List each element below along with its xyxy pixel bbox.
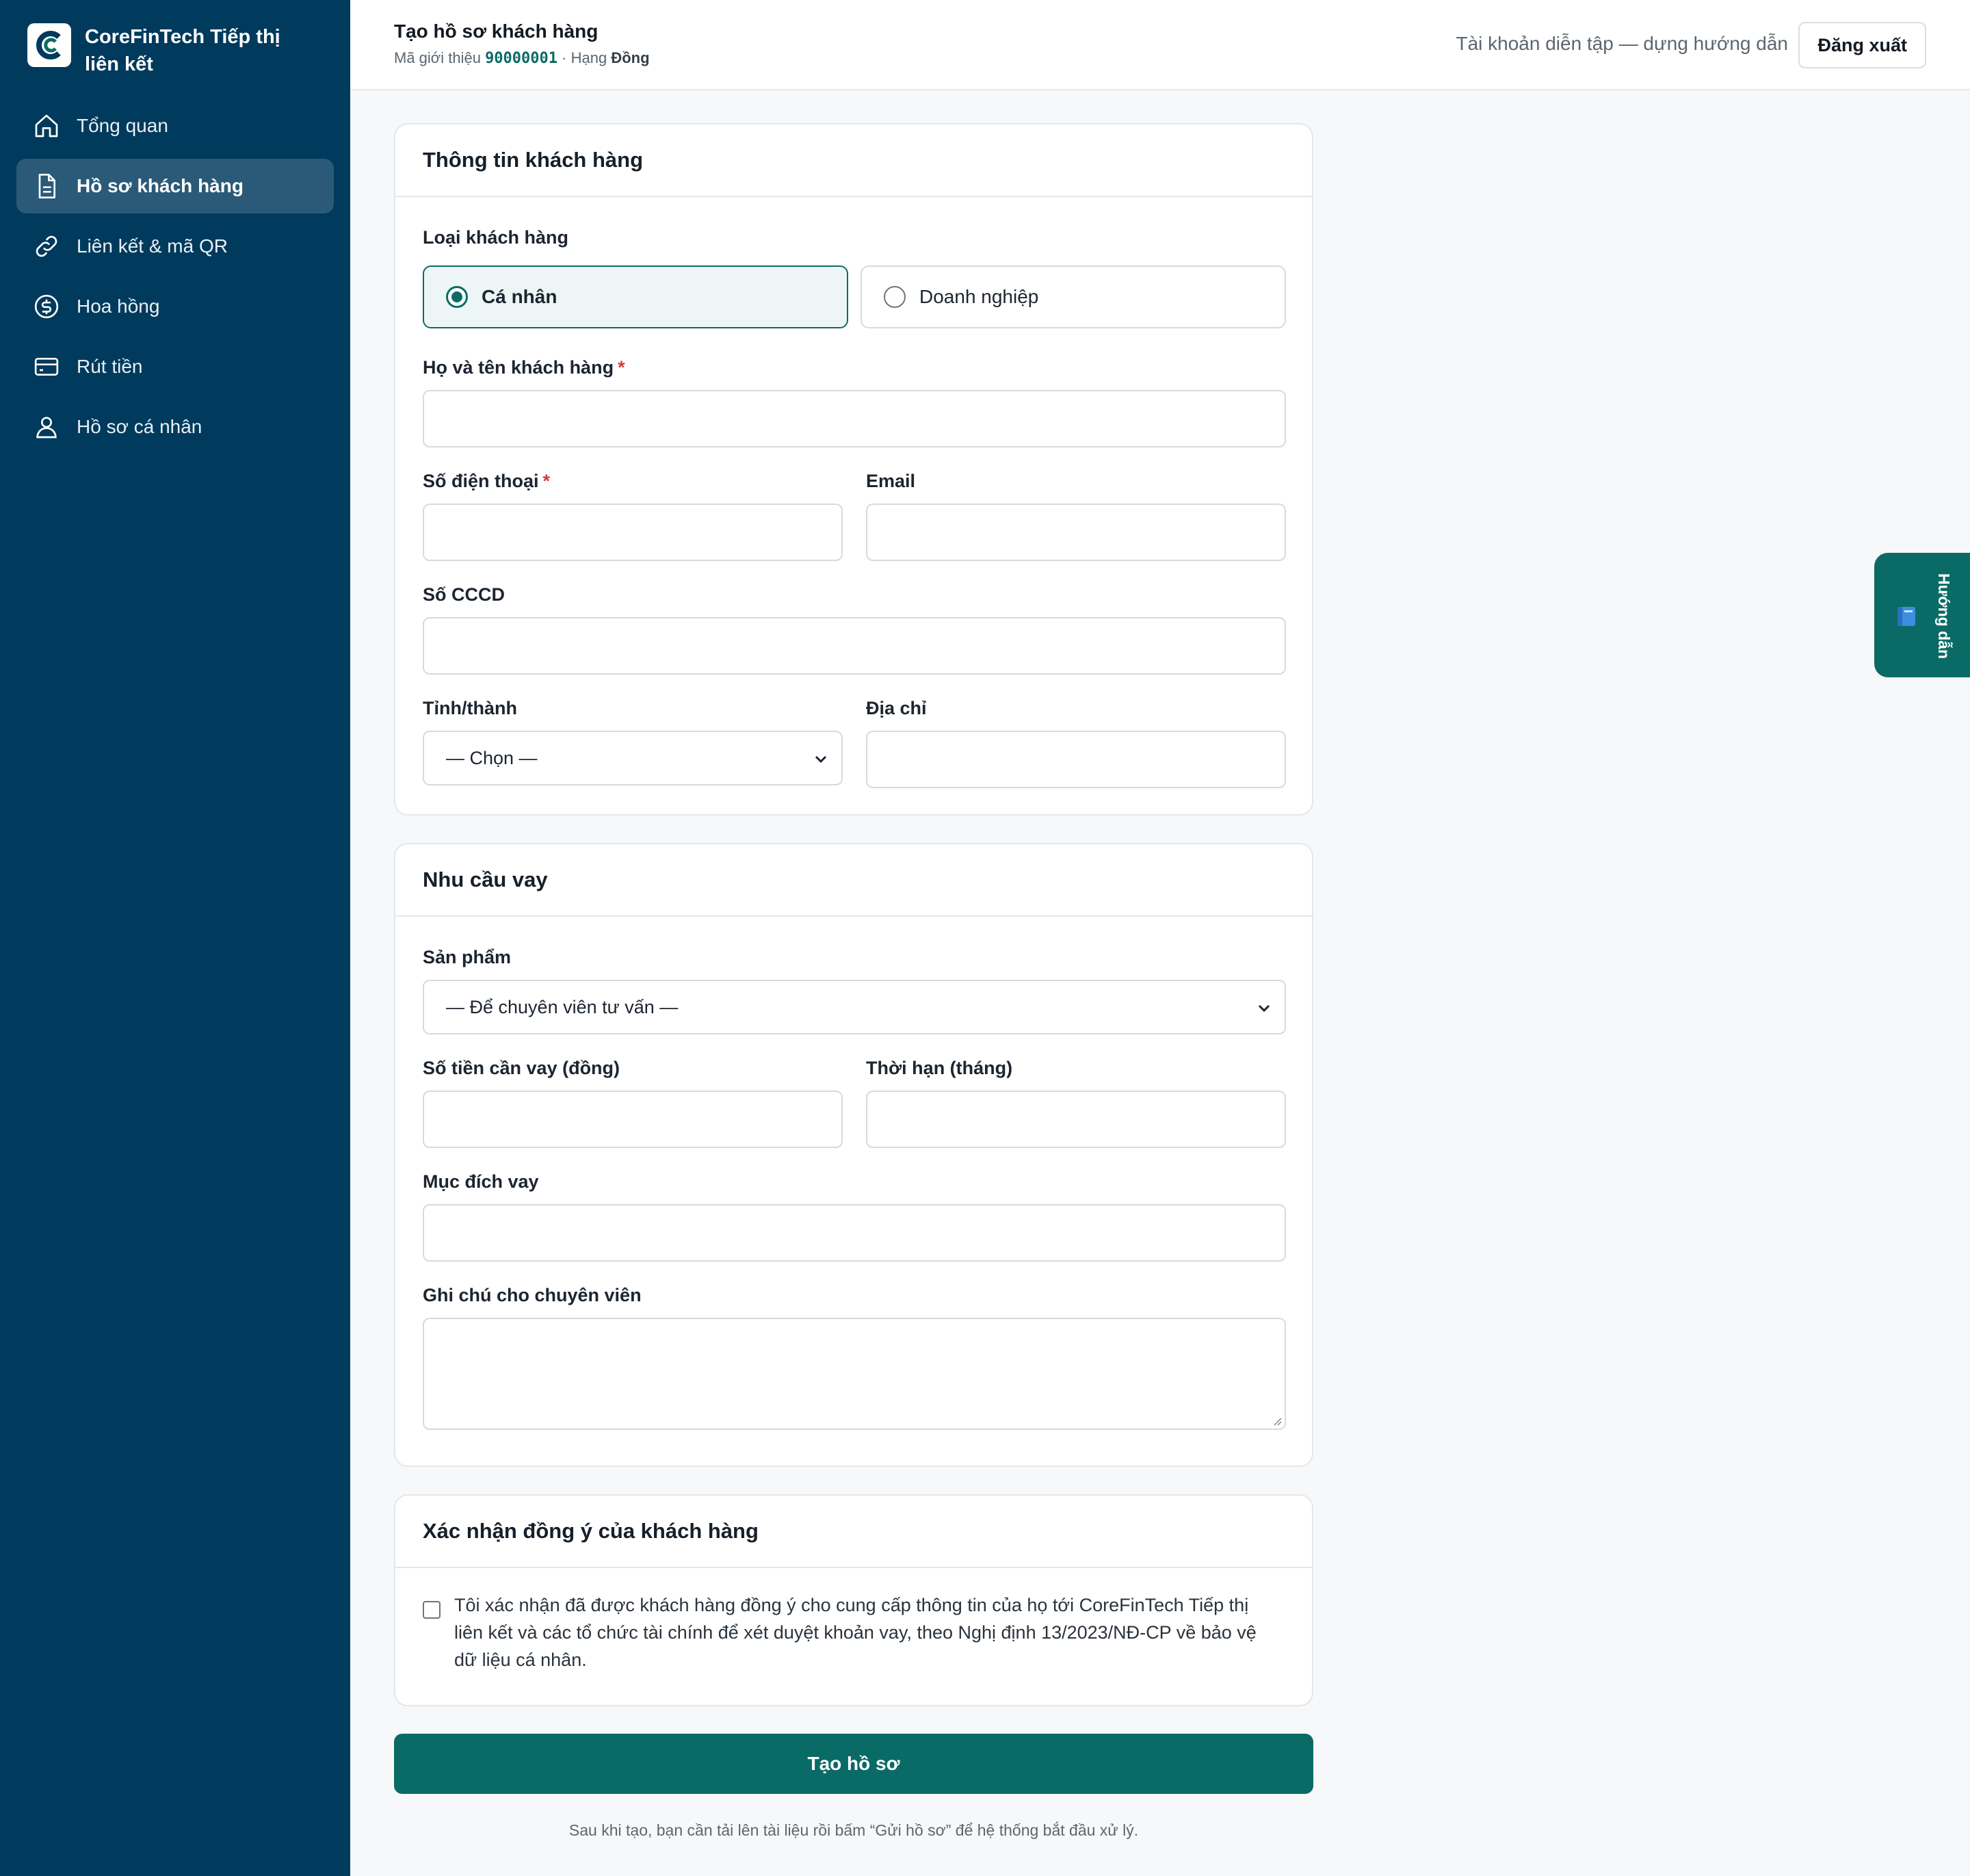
rank-value: Đồng (611, 49, 650, 66)
fullname-label: Họ và tên khách hàng * (423, 357, 625, 378)
resize-handle-icon[interactable] (1271, 1415, 1282, 1426)
sidebar-item-overview[interactable]: Tổng quan (16, 99, 334, 153)
purpose-input[interactable] (423, 1204, 1286, 1262)
link-icon (36, 235, 57, 257)
select-value: — Để chuyên viên tư vấn — (446, 996, 679, 1017)
chevron-down-icon (815, 755, 827, 764)
book-icon (1897, 607, 1915, 626)
card-title: Xác nhận đồng ý của khách hàng (395, 1496, 1312, 1568)
required-mark: * (618, 357, 625, 378)
phone-input[interactable] (423, 504, 843, 561)
card-icon (34, 358, 59, 376)
cccd-input[interactable] (423, 617, 1286, 675)
customer-info-card: Thông tin khách hàng Loại khách hàng Cá … (394, 123, 1313, 816)
radio-individual[interactable]: Cá nhân (423, 265, 848, 328)
amount-input[interactable] (423, 1091, 843, 1148)
sidebar: CoreFinTech Tiếp thị liên kết Tổng quan … (0, 0, 350, 1876)
radio-selected-icon (446, 286, 468, 308)
dollar-icon (34, 294, 59, 319)
document-icon (38, 174, 55, 198)
create-profile-button[interactable]: Tạo hồ sơ (394, 1734, 1313, 1794)
purpose-label: Mục đích vay (423, 1171, 539, 1192)
sidebar-item-links-qr[interactable]: Liên kết & mã QR (16, 219, 334, 274)
sidebar-item-customer-profiles[interactable]: Hồ sơ khách hàng (16, 159, 334, 213)
email-label: Email (866, 471, 916, 491)
address-input[interactable] (866, 731, 1286, 788)
radio-business[interactable]: Doanh nghiệp (861, 265, 1286, 328)
sidebar-item-withdraw[interactable]: Rút tiền (16, 339, 334, 394)
term-input[interactable] (866, 1091, 1286, 1148)
loan-needs-card: Nhu cầu vay Sản phẩm — Để chuyên viên tư… (394, 843, 1313, 1467)
card-title: Nhu cầu vay (395, 844, 1312, 917)
email-input[interactable] (866, 504, 1286, 561)
sidebar-item-label: Tổng quan (77, 115, 168, 136)
footnote: Sau khi tạo, bạn cần tải lên tài liệu rồ… (568, 1821, 1139, 1839)
ref-code: 90000001 (485, 50, 558, 67)
guide-label: Hướng dẫn (1935, 573, 1953, 659)
term-label: Thời hạn (tháng) (866, 1058, 1013, 1078)
sidebar-item-label: Liên kết & mã QR (77, 235, 228, 257)
province-select[interactable]: — Chọn — (423, 731, 843, 785)
province-label: Tỉnh/thành (423, 698, 517, 718)
sidebar-item-label: Hồ sơ khách hàng (77, 175, 244, 196)
guide-tab[interactable]: Hướng dẫn (1874, 553, 1970, 677)
sidebar-item-label: Hoa hồng (77, 296, 160, 317)
rank-label: · Hạng (557, 49, 607, 66)
fullname-input[interactable] (423, 390, 1286, 447)
radio-label: Doanh nghiệp (919, 286, 1039, 307)
sidebar-nav: Tổng quan Hồ sơ khách hàng Liên kết & mã… (16, 99, 334, 460)
page-subtitle: Mã giới thiệu 90000001 · Hạng Đồng (394, 49, 650, 67)
sidebar-item-label: Hồ sơ cá nhân (77, 416, 202, 437)
user-icon (36, 417, 57, 439)
sidebar-item-label: Rút tiền (77, 356, 143, 377)
product-label: Sản phẩm (423, 947, 512, 967)
brand[interactable]: CoreFinTech Tiếp thị liên kết (27, 23, 317, 78)
consent-card: Xác nhận đồng ý của khách hàng Tôi xác n… (394, 1494, 1313, 1706)
brand-name: CoreFinTech Tiếp thị liên kết (85, 26, 280, 75)
product-select[interactable]: — Để chuyên viên tư vấn — (423, 980, 1286, 1034)
cccd-label: Số CCCD (423, 584, 505, 605)
topbar: Tạo hồ sơ khách hàng Mã giới thiệu 90000… (350, 0, 1970, 90)
brand-logo-icon (27, 23, 71, 67)
address-label: Địa chỉ (866, 698, 927, 718)
required-mark: * (542, 471, 551, 491)
customer-type-label: Loại khách hàng (423, 227, 569, 248)
home-icon (35, 114, 58, 138)
amount-label: Số tiền cần vay (đồng) (423, 1058, 620, 1078)
select-value: — Chọn — (446, 747, 538, 768)
demo-account-label: Tài khoản diễn tập — dựng hướng dẫn (1456, 33, 1788, 54)
radio-unselected-icon (884, 286, 906, 308)
radio-label: Cá nhân (482, 286, 557, 307)
chevron-down-icon (1258, 1004, 1270, 1013)
note-textarea[interactable] (423, 1318, 1286, 1430)
sidebar-item-personal-profile[interactable]: Hồ sơ cá nhân (16, 400, 334, 454)
page-title: Tạo hồ sơ khách hàng (394, 21, 599, 42)
phone-label: Số điện thoại * (423, 471, 551, 491)
note-label: Ghi chú cho chuyên viên (423, 1285, 642, 1305)
ref-code-label: Mã giới thiệu (394, 49, 481, 66)
sidebar-item-commission[interactable]: Hoa hồng (16, 279, 334, 334)
card-title: Thông tin khách hàng (395, 125, 1312, 197)
consent-checkbox[interactable] (423, 1601, 441, 1619)
logout-button[interactable]: Đăng xuất (1798, 22, 1926, 68)
consent-text: Tôi xác nhận đã được khách hàng đồng ý c… (454, 1595, 1257, 1670)
